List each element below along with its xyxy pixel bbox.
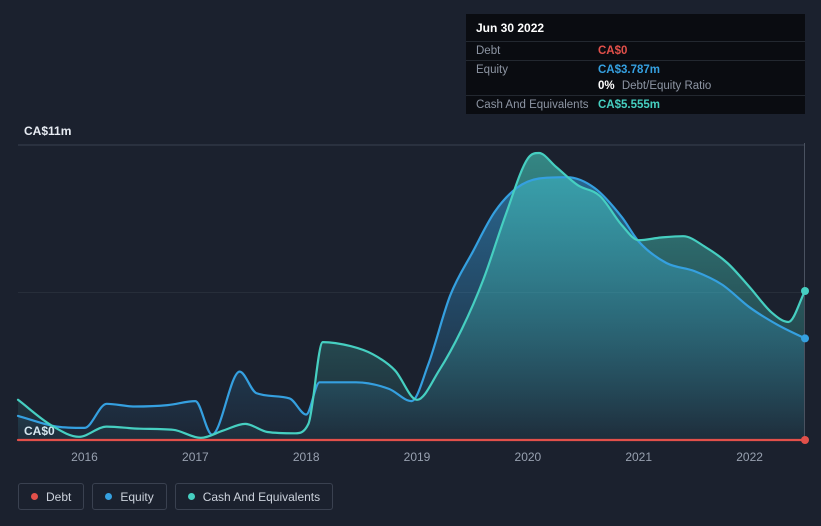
debt-end-dot[interactable]	[801, 436, 809, 444]
equity-end-dot[interactable]	[801, 334, 809, 343]
x-tick-label: 2020	[514, 450, 542, 464]
plot-area[interactable]	[16, 143, 809, 444]
legend-item-equity[interactable]: Equity	[92, 483, 167, 510]
legend-item-debt[interactable]: Debt	[18, 483, 85, 510]
tooltip-ratio-percent: 0%	[598, 80, 615, 92]
chart-svg	[16, 143, 809, 444]
tooltip-cash-label: Cash And Equivalents	[476, 99, 589, 111]
tooltip-ratio-row: 0% Debt/Equity Ratio	[466, 79, 805, 95]
x-tick-label: 2022	[736, 450, 763, 464]
debt-equity-history-chart: Jun 30 2022 Debt CA$0 Equity CA$3.787m 0…	[0, 0, 821, 526]
debt-dot-icon	[31, 493, 38, 500]
tooltip-equity-label: Equity	[476, 64, 508, 76]
tooltip-equity-row: Equity CA$3.787m	[466, 60, 805, 79]
tooltip-debt-row: Debt CA$0	[466, 41, 805, 60]
tooltip-equity-value: CA$3.787m	[598, 64, 661, 76]
x-tick-label: 2021	[625, 450, 653, 464]
cash-and-equivalents-end-dot[interactable]	[801, 287, 809, 295]
tooltip-ratio-value: 0% Debt/Equity Ratio	[598, 80, 795, 92]
y-axis-max-label: CA$11m	[24, 124, 72, 138]
x-tick-label: 2018	[292, 450, 320, 464]
x-tick-label: 2016	[71, 450, 98, 464]
x-tick-label: 2019	[403, 450, 431, 464]
tooltip-cash-value: CA$5.555m	[598, 99, 661, 111]
tooltip-debt-label: Debt	[476, 45, 501, 57]
legend-cash-label: Cash And Equivalents	[202, 489, 321, 504]
tooltip-cash-row: Cash And Equivalents CA$5.555m	[466, 95, 805, 114]
cash-dot-icon	[187, 493, 195, 500]
x-tick-label: 2017	[182, 450, 209, 464]
legend-item-cash[interactable]: Cash And Equivalents	[174, 483, 334, 510]
tooltip-ratio-caption: Debt/Equity Ratio	[621, 80, 712, 92]
legend-equity-label: Equity	[120, 489, 154, 504]
equity-dot-icon	[105, 493, 113, 500]
tooltip-date: Jun 30 2022	[476, 21, 545, 35]
legend-debt-label: Debt	[46, 489, 72, 504]
tooltip-debt-value: CA$0	[598, 45, 628, 57]
chart-tooltip: Jun 30 2022 Debt CA$0 Equity CA$3.787m 0…	[466, 14, 805, 114]
legend: Debt Equity Cash And Equivalents	[18, 483, 334, 510]
